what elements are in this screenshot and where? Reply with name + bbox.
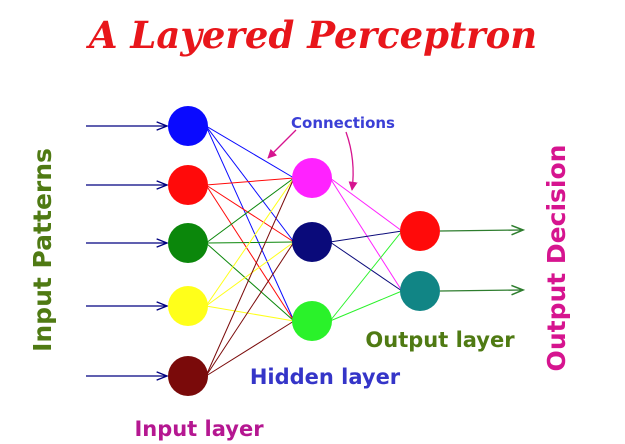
output-node-1 bbox=[400, 211, 440, 251]
connection-input1-hidden1 bbox=[205, 125, 295, 179]
input-arrows bbox=[86, 126, 166, 376]
hidden-layer-label: Hidden layer bbox=[250, 365, 401, 389]
connection-hidden2-output1 bbox=[329, 230, 403, 243]
output-node-2 bbox=[400, 271, 440, 311]
connection-input1-hidden3 bbox=[205, 125, 295, 322]
output-arrow-1 bbox=[439, 230, 522, 231]
hidden-node-1 bbox=[292, 158, 332, 198]
output-layer-label: Output layer bbox=[365, 328, 515, 352]
output-arrow-2 bbox=[439, 290, 522, 291]
connection-input4-hidden2 bbox=[205, 241, 295, 307]
connections-pointer-left bbox=[267, 129, 297, 159]
diagram-title: A Layered Perceptron bbox=[86, 13, 537, 57]
input-patterns-label: Input Patterns bbox=[28, 148, 57, 352]
perceptron-diagram: A Layered Perceptron Connections Input P… bbox=[28, 13, 571, 441]
hidden-node-3 bbox=[292, 301, 332, 341]
output-arrows bbox=[439, 230, 522, 291]
connections-label: Connections bbox=[291, 114, 395, 132]
connection-hidden2-output2 bbox=[329, 241, 403, 292]
input-node-4 bbox=[168, 286, 208, 326]
connection-hidden1-output2 bbox=[329, 177, 403, 292]
input-node-1 bbox=[168, 106, 208, 146]
connection-hidden3-output1 bbox=[329, 230, 403, 322]
connection-hidden3-output2 bbox=[329, 290, 403, 322]
connection-hidden1-output1 bbox=[329, 177, 403, 232]
input-layer-label: Input layer bbox=[134, 417, 264, 441]
neurons bbox=[168, 106, 440, 396]
input-node-5 bbox=[168, 356, 208, 396]
input-node-2 bbox=[168, 165, 208, 205]
connection-input2-hidden3 bbox=[205, 184, 295, 322]
hidden-node-2 bbox=[292, 222, 332, 262]
connections-pointer-right bbox=[345, 131, 358, 191]
input-node-3 bbox=[168, 223, 208, 263]
output-decision-label: Output Decision bbox=[542, 145, 571, 372]
connection-input5-hidden1 bbox=[205, 177, 295, 377]
